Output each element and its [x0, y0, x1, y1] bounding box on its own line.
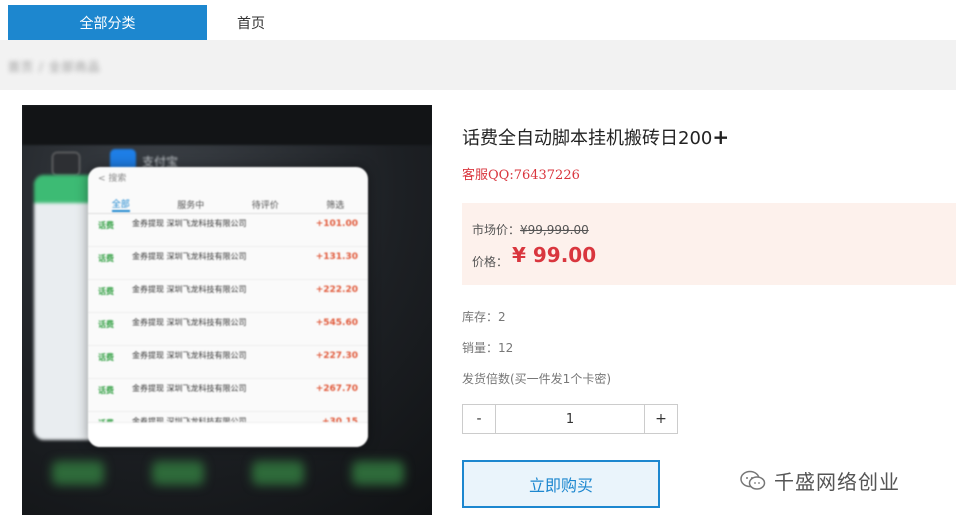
image-top-bar [22, 105, 432, 145]
title-text: 话费全自动脚本挂机搬砖日200 [462, 128, 713, 149]
row-amount: +545.60 [315, 318, 358, 328]
tab-all-categories[interactable]: 全部分类 [8, 5, 207, 40]
row-text: 金券提现 深圳飞龙科技有限公司 [132, 384, 247, 393]
row-text: 金券提现 深圳飞龙科技有限公司 [132, 252, 247, 261]
quantity-stepper: - 1 + [462, 404, 678, 434]
price-label: 价格： [472, 255, 509, 269]
list-item: 话费 金券提现 深圳飞龙科技有限公司 +227.30 [88, 346, 368, 379]
row-text: 金券提现 深圳飞龙科技有限公司 [132, 219, 247, 228]
price-box: 市场价：¥99,999.00 价格： ¥ 99.00 [462, 203, 956, 285]
row-text: 金券提现 深圳飞龙科技有限公司 [132, 351, 247, 360]
top-nav: 全部分类 首页 [0, 0, 956, 40]
increment-button[interactable]: + [645, 405, 677, 433]
logo: 话费 [98, 353, 114, 362]
stock: 库存：2 [462, 310, 506, 324]
row-amount: +222.20 [315, 285, 358, 295]
logo: 话费 [98, 320, 114, 329]
title-plus: + [712, 125, 730, 149]
breadcrumb-bar: 首页 / 全部商品 [0, 40, 956, 90]
row-amount: +267.70 [315, 384, 358, 394]
row-text: 金券提现 深圳飞龙科技有限公司 [132, 285, 247, 294]
card-tab: 筛选 [326, 200, 345, 211]
price-value: ¥ 99.00 [512, 243, 597, 267]
list-item: 话费 金券提现 深圳飞龙科技有限公司 +101.00 [88, 214, 368, 247]
dock [42, 455, 422, 491]
row-amount: +131.30 [315, 252, 358, 262]
row-text: 金券提现 深圳飞龙科技有限公司 [132, 318, 247, 327]
card-tab: 待评价 [251, 200, 279, 211]
row-amount: +227.30 [315, 351, 358, 361]
list-item: 话费 金券提现 深圳飞龙科技有限公司 +222.20 [88, 280, 368, 313]
list-item: 话费 金券提现 深圳飞龙科技有限公司 +131.30 [88, 247, 368, 280]
market-price: 市场价：¥99,999.00 [472, 221, 589, 238]
logo: 话费 [98, 287, 114, 296]
logo: 话费 [98, 221, 114, 230]
product-image: 支付宝 < 搜索 全部 服务中 待评价 筛选 话费 金券提现 深圳飞龙科技有限公… [22, 105, 432, 515]
market-price-label: 市场价： [472, 223, 521, 237]
breadcrumb[interactable]: 首页 / 全部商品 [8, 58, 101, 75]
sales: 销量：12 [462, 341, 514, 355]
wechat-icon [740, 470, 766, 490]
card-tab: 服务中 [177, 200, 205, 211]
card-tab: 全部 [111, 197, 130, 212]
card-bottom-bar [88, 422, 368, 447]
watermark-text: 千盛网络创业 [774, 470, 900, 494]
foreground-app-card: < 搜索 全部 服务中 待评价 筛选 话费 金券提现 深圳飞龙科技有限公司 +1… [88, 167, 368, 447]
card-search-bar: < 搜索 [98, 174, 127, 184]
service-qq: 客服QQ:76437226 [462, 168, 580, 183]
card-tabs: 全部 服务中 待评价 筛选 [88, 195, 368, 214]
app-icon [52, 152, 80, 176]
row-amount: +101.00 [315, 219, 358, 229]
product-title: 话费全自动脚本挂机搬砖日200+ [462, 124, 729, 150]
logo: 话费 [98, 254, 114, 263]
logo: 话费 [98, 386, 114, 395]
buy-now-button[interactable]: 立即购买 [462, 460, 660, 508]
decrement-button[interactable]: - [463, 405, 495, 433]
market-price-value: ¥99,999.00 [520, 223, 589, 237]
list-item: 话费 金券提现 深圳飞龙科技有限公司 +267.70 [88, 379, 368, 412]
tab-home[interactable]: 首页 [222, 5, 280, 40]
quantity-input[interactable]: 1 [495, 405, 645, 433]
delivery-note: 发货倍数(买一件发1个卡密) [462, 372, 611, 386]
watermark: 千盛网络创业 [740, 466, 900, 495]
list-item: 话费 金券提现 深圳飞龙科技有限公司 +545.60 [88, 313, 368, 346]
